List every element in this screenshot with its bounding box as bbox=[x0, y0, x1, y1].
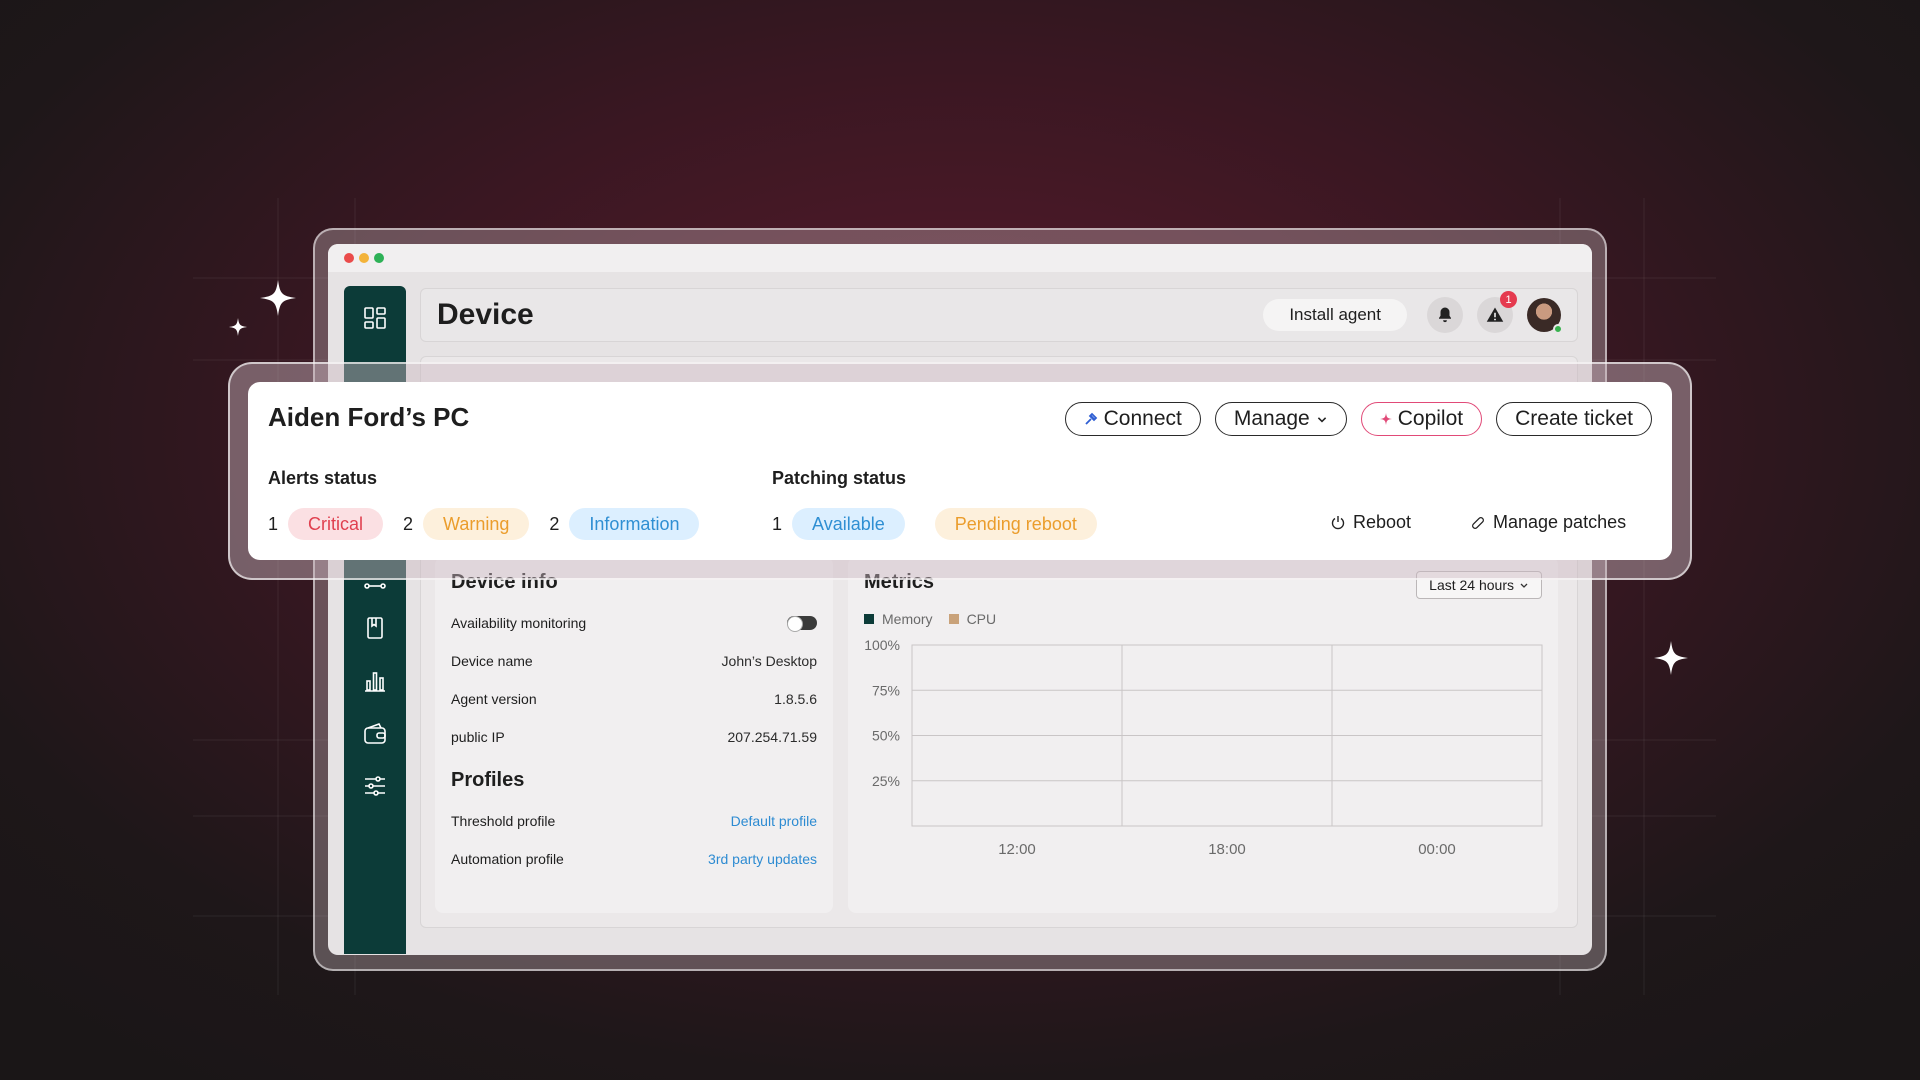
legend-memory-label: Memory bbox=[882, 611, 933, 627]
critical-badge[interactable]: Critical bbox=[288, 508, 384, 540]
legend-cpu: CPU bbox=[948, 611, 997, 627]
x-tick-label: 18:00 bbox=[1208, 841, 1246, 858]
wallet-icon[interactable] bbox=[363, 722, 387, 746]
reboot-button[interactable]: Reboot bbox=[1330, 512, 1411, 533]
legend-cpu-label: CPU bbox=[966, 611, 997, 627]
bandage-icon bbox=[1472, 516, 1484, 529]
y-tick-label: 100% bbox=[864, 637, 900, 653]
warning-count: 2 bbox=[403, 513, 414, 534]
public-ip-value: 207.254.71.59 bbox=[727, 729, 817, 745]
close-window-button[interactable] bbox=[344, 253, 354, 263]
alerts-status-row: 1 Critical 2 Warning 2 Information bbox=[268, 508, 709, 540]
online-status-dot bbox=[1553, 324, 1563, 334]
connect-icon bbox=[1084, 412, 1097, 425]
app-window: Device Install agent 1 Device info Avail… bbox=[328, 244, 1592, 955]
sliders-icon[interactable] bbox=[363, 774, 387, 798]
copilot-label: Copilot bbox=[1397, 407, 1464, 430]
critical-count: 1 bbox=[268, 513, 279, 534]
connect-button[interactable]: Connect bbox=[1064, 402, 1201, 436]
chevron-down-icon bbox=[1317, 417, 1326, 423]
sparkle-icon bbox=[229, 318, 247, 336]
copilot-button[interactable]: Copilot bbox=[1360, 402, 1483, 436]
agent-version-label: Agent version bbox=[451, 691, 537, 707]
metrics-card: Metrics Last 24 hours Memory CPU 100% 75%… bbox=[848, 557, 1558, 913]
sparkle-icon bbox=[260, 280, 296, 316]
x-tick-label: 12:00 bbox=[998, 841, 1036, 858]
device-actions: Connect Manage Copilot Create ticket bbox=[1064, 402, 1652, 436]
automation-profile-label: Automation profile bbox=[451, 851, 564, 867]
minimize-window-button[interactable] bbox=[359, 253, 369, 263]
threshold-profile-link[interactable]: Default profile bbox=[731, 813, 817, 829]
automation-profile-row: Automation profile 3rd party updates bbox=[451, 851, 817, 867]
chart-plot-area bbox=[911, 644, 1543, 827]
create-ticket-button[interactable]: Create ticket bbox=[1496, 402, 1652, 436]
patching-status-title: Patching status bbox=[772, 468, 907, 488]
information-count: 2 bbox=[549, 513, 560, 534]
public-ip-row: public IP 207.254.71.59 bbox=[451, 729, 817, 745]
y-tick-label: 75% bbox=[872, 682, 900, 698]
alerts-status-title: Alerts status bbox=[268, 468, 378, 488]
device-name-label: Device name bbox=[451, 653, 533, 669]
device-summary-card: Aiden Ford’s PC Connect Manage Copilot C… bbox=[248, 382, 1672, 560]
bell-icon[interactable] bbox=[1427, 297, 1463, 333]
available-badge[interactable]: Available bbox=[792, 508, 905, 540]
reboot-label: Reboot bbox=[1353, 512, 1412, 532]
device-name-row: Device name John’s Desktop bbox=[451, 653, 817, 669]
avatar[interactable] bbox=[1527, 298, 1563, 334]
information-badge[interactable]: Information bbox=[569, 508, 700, 540]
chart-legend: Memory CPU bbox=[864, 611, 996, 627]
y-tick-label: 50% bbox=[872, 728, 900, 744]
warning-badge[interactable]: Warning bbox=[423, 508, 530, 540]
memory-swatch bbox=[864, 614, 874, 624]
threshold-profile-label: Threshold profile bbox=[451, 813, 556, 829]
manage-patches-label: Manage patches bbox=[1493, 512, 1627, 532]
automation-profile-link[interactable]: 3rd party updates bbox=[708, 851, 817, 867]
chevron-down-icon bbox=[1520, 583, 1528, 588]
page-header: Device Install agent 1 bbox=[420, 288, 1578, 342]
maximize-window-button[interactable] bbox=[374, 253, 384, 263]
alert-count-badge: 1 bbox=[1500, 291, 1517, 308]
pending-reboot-badge[interactable]: Pending reboot bbox=[934, 508, 1097, 540]
profiles-title: Profiles bbox=[451, 769, 525, 791]
threshold-profile-row: Threshold profile Default profile bbox=[451, 813, 817, 829]
x-tick-label: 00:00 bbox=[1418, 841, 1456, 858]
agent-version-value: 1.8.5.6 bbox=[774, 691, 817, 707]
cpu-swatch bbox=[948, 614, 959, 624]
y-tick-label: 25% bbox=[872, 773, 900, 789]
device-info-card: Device info Availability monitoring Devi… bbox=[435, 557, 833, 913]
create-ticket-label: Create ticket bbox=[1515, 407, 1633, 430]
public-ip-label: public IP bbox=[451, 729, 505, 745]
manage-button[interactable]: Manage bbox=[1214, 402, 1347, 436]
bar-chart-icon[interactable] bbox=[363, 669, 387, 693]
patching-status-row: 1 Available Pending reboot bbox=[772, 508, 1107, 540]
available-count: 1 bbox=[772, 513, 783, 534]
sparkle-icon bbox=[1379, 413, 1392, 425]
availability-monitoring-row: Availability monitoring bbox=[451, 615, 817, 632]
page-title: Device bbox=[437, 298, 534, 331]
manage-patches-button[interactable]: Manage patches bbox=[1470, 512, 1626, 533]
install-agent-button[interactable]: Install agent bbox=[1263, 299, 1407, 331]
sparkle-icon bbox=[1654, 641, 1688, 675]
availability-label: Availability monitoring bbox=[451, 615, 587, 631]
manage-label: Manage bbox=[1233, 407, 1310, 430]
power-icon bbox=[1331, 515, 1345, 529]
availability-toggle[interactable] bbox=[787, 616, 817, 632]
agent-version-row: Agent version 1.8.5.6 bbox=[451, 691, 817, 707]
legend-memory: Memory bbox=[864, 611, 933, 627]
book-icon[interactable] bbox=[363, 616, 387, 640]
title-bar bbox=[328, 244, 1592, 272]
device-name-title: Aiden Ford’s PC bbox=[268, 402, 470, 432]
alert-triangle-icon[interactable]: 1 bbox=[1477, 291, 1517, 333]
device-name-value: John’s Desktop bbox=[721, 653, 817, 669]
connect-label: Connect bbox=[1103, 407, 1182, 430]
dashboard-icon[interactable] bbox=[363, 306, 387, 330]
